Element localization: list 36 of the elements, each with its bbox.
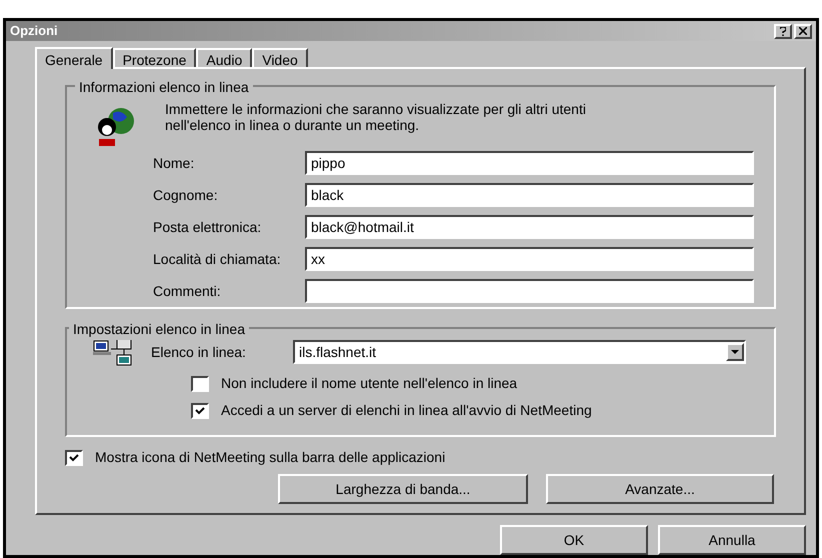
tab[interactable]: Video [252,48,308,67]
text-field[interactable]: pippo [305,151,754,175]
tab[interactable]: Protezone [112,48,196,67]
field-label: Località di chiamata: [152,250,282,268]
close-icon [799,27,807,35]
dialog-button[interactable]: Larghezza di banda... [278,474,528,504]
help-button[interactable] [774,24,792,38]
text-field[interactable] [305,279,754,303]
text-field[interactable]: black [305,183,754,207]
dropdown-label: Elenco in linea: [151,342,247,362]
text-field[interactable]: black@hotmail.it [305,215,754,239]
checkbox-label[interactable]: Mostra icona di NetMeeting sulla barra delle applicazioni [95,447,446,468]
field-label: Posta elettronica: [152,218,262,236]
field-label: Nome: [152,154,196,172]
checkbox[interactable] [191,402,209,418]
field-label: Cognome: [152,186,219,205]
checkbox[interactable] [191,376,209,392]
close-button[interactable] [794,24,812,38]
dropdown-arrow-button[interactable] [726,343,744,361]
checkmark-icon [195,406,205,414]
field-label: Commenti: [152,282,222,300]
directory-dropdown[interactable]: ils.flashnet.it [293,340,746,364]
checkmark-icon [69,454,79,462]
tab[interactable]: Audio [196,48,252,67]
tab[interactable]: Generale [35,47,113,69]
question-mark-icon [780,26,786,36]
checkbox-label[interactable]: Accedi a un server di elenchi in linea all'avvio di NetMeeting [221,400,592,421]
dialog-button[interactable]: Annulla [658,525,806,555]
window-title: Opzioni [10,22,58,40]
text-field[interactable]: xx [305,247,754,271]
caret-icon [731,350,739,354]
checkbox[interactable] [65,450,83,466]
dialog-button[interactable]: Avanzate... [546,474,774,504]
description-text: Immettere le informazioni che saranno visualizzate per gli altri utenti nell'elenco in linea o durante un meeting. [165,101,587,135]
dialog-button[interactable]: OK [500,525,648,555]
checkbox-label[interactable]: Non includere il nome utente nell'elenco in linea [221,373,518,394]
